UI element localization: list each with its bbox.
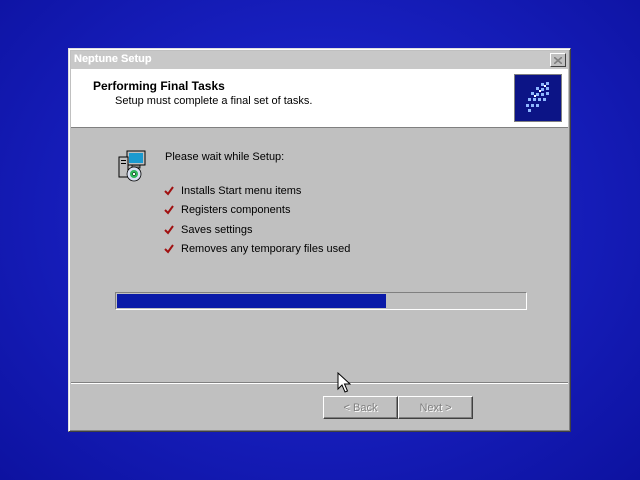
mouse-pointer-icon — [337, 372, 351, 393]
progress-bar — [115, 292, 527, 310]
list-item: Removes any temporary files used — [163, 240, 350, 260]
setup-window: Neptune Setup Performing Final Tasks Set… — [68, 48, 571, 432]
task-label: Saves settings — [181, 223, 253, 236]
footer-separator — [71, 382, 568, 384]
page-subtitle: Setup must complete a final set of tasks… — [115, 95, 313, 107]
task-label: Installs Start menu items — [181, 184, 302, 197]
task-label: Registers components — [181, 204, 291, 217]
list-item: Saves settings — [163, 220, 350, 240]
wizard-header: Performing Final Tasks Setup must comple… — [71, 69, 568, 128]
task-label: Removes any temporary files used — [181, 243, 351, 256]
task-list: Installs Start menu items Registers comp… — [163, 181, 350, 259]
check-icon — [164, 186, 174, 196]
close-icon — [554, 56, 562, 64]
page-title: Performing Final Tasks — [93, 79, 225, 93]
setup-logo-icon — [514, 74, 562, 122]
check-icon — [164, 225, 174, 235]
list-item: Installs Start menu items — [163, 181, 350, 201]
next-button[interactable]: Next > — [398, 396, 473, 419]
progress-fill — [117, 294, 386, 308]
check-icon — [164, 205, 174, 215]
setup-computer-icon — [115, 149, 149, 183]
title-bar[interactable]: Neptune Setup — [71, 51, 568, 69]
window-title: Neptune Setup — [74, 53, 152, 65]
list-item: Registers components — [163, 201, 350, 221]
intro-text: Please wait while Setup: — [165, 151, 285, 163]
close-button[interactable] — [550, 53, 566, 67]
back-button[interactable]: < Back — [323, 396, 398, 419]
check-icon — [164, 244, 174, 254]
